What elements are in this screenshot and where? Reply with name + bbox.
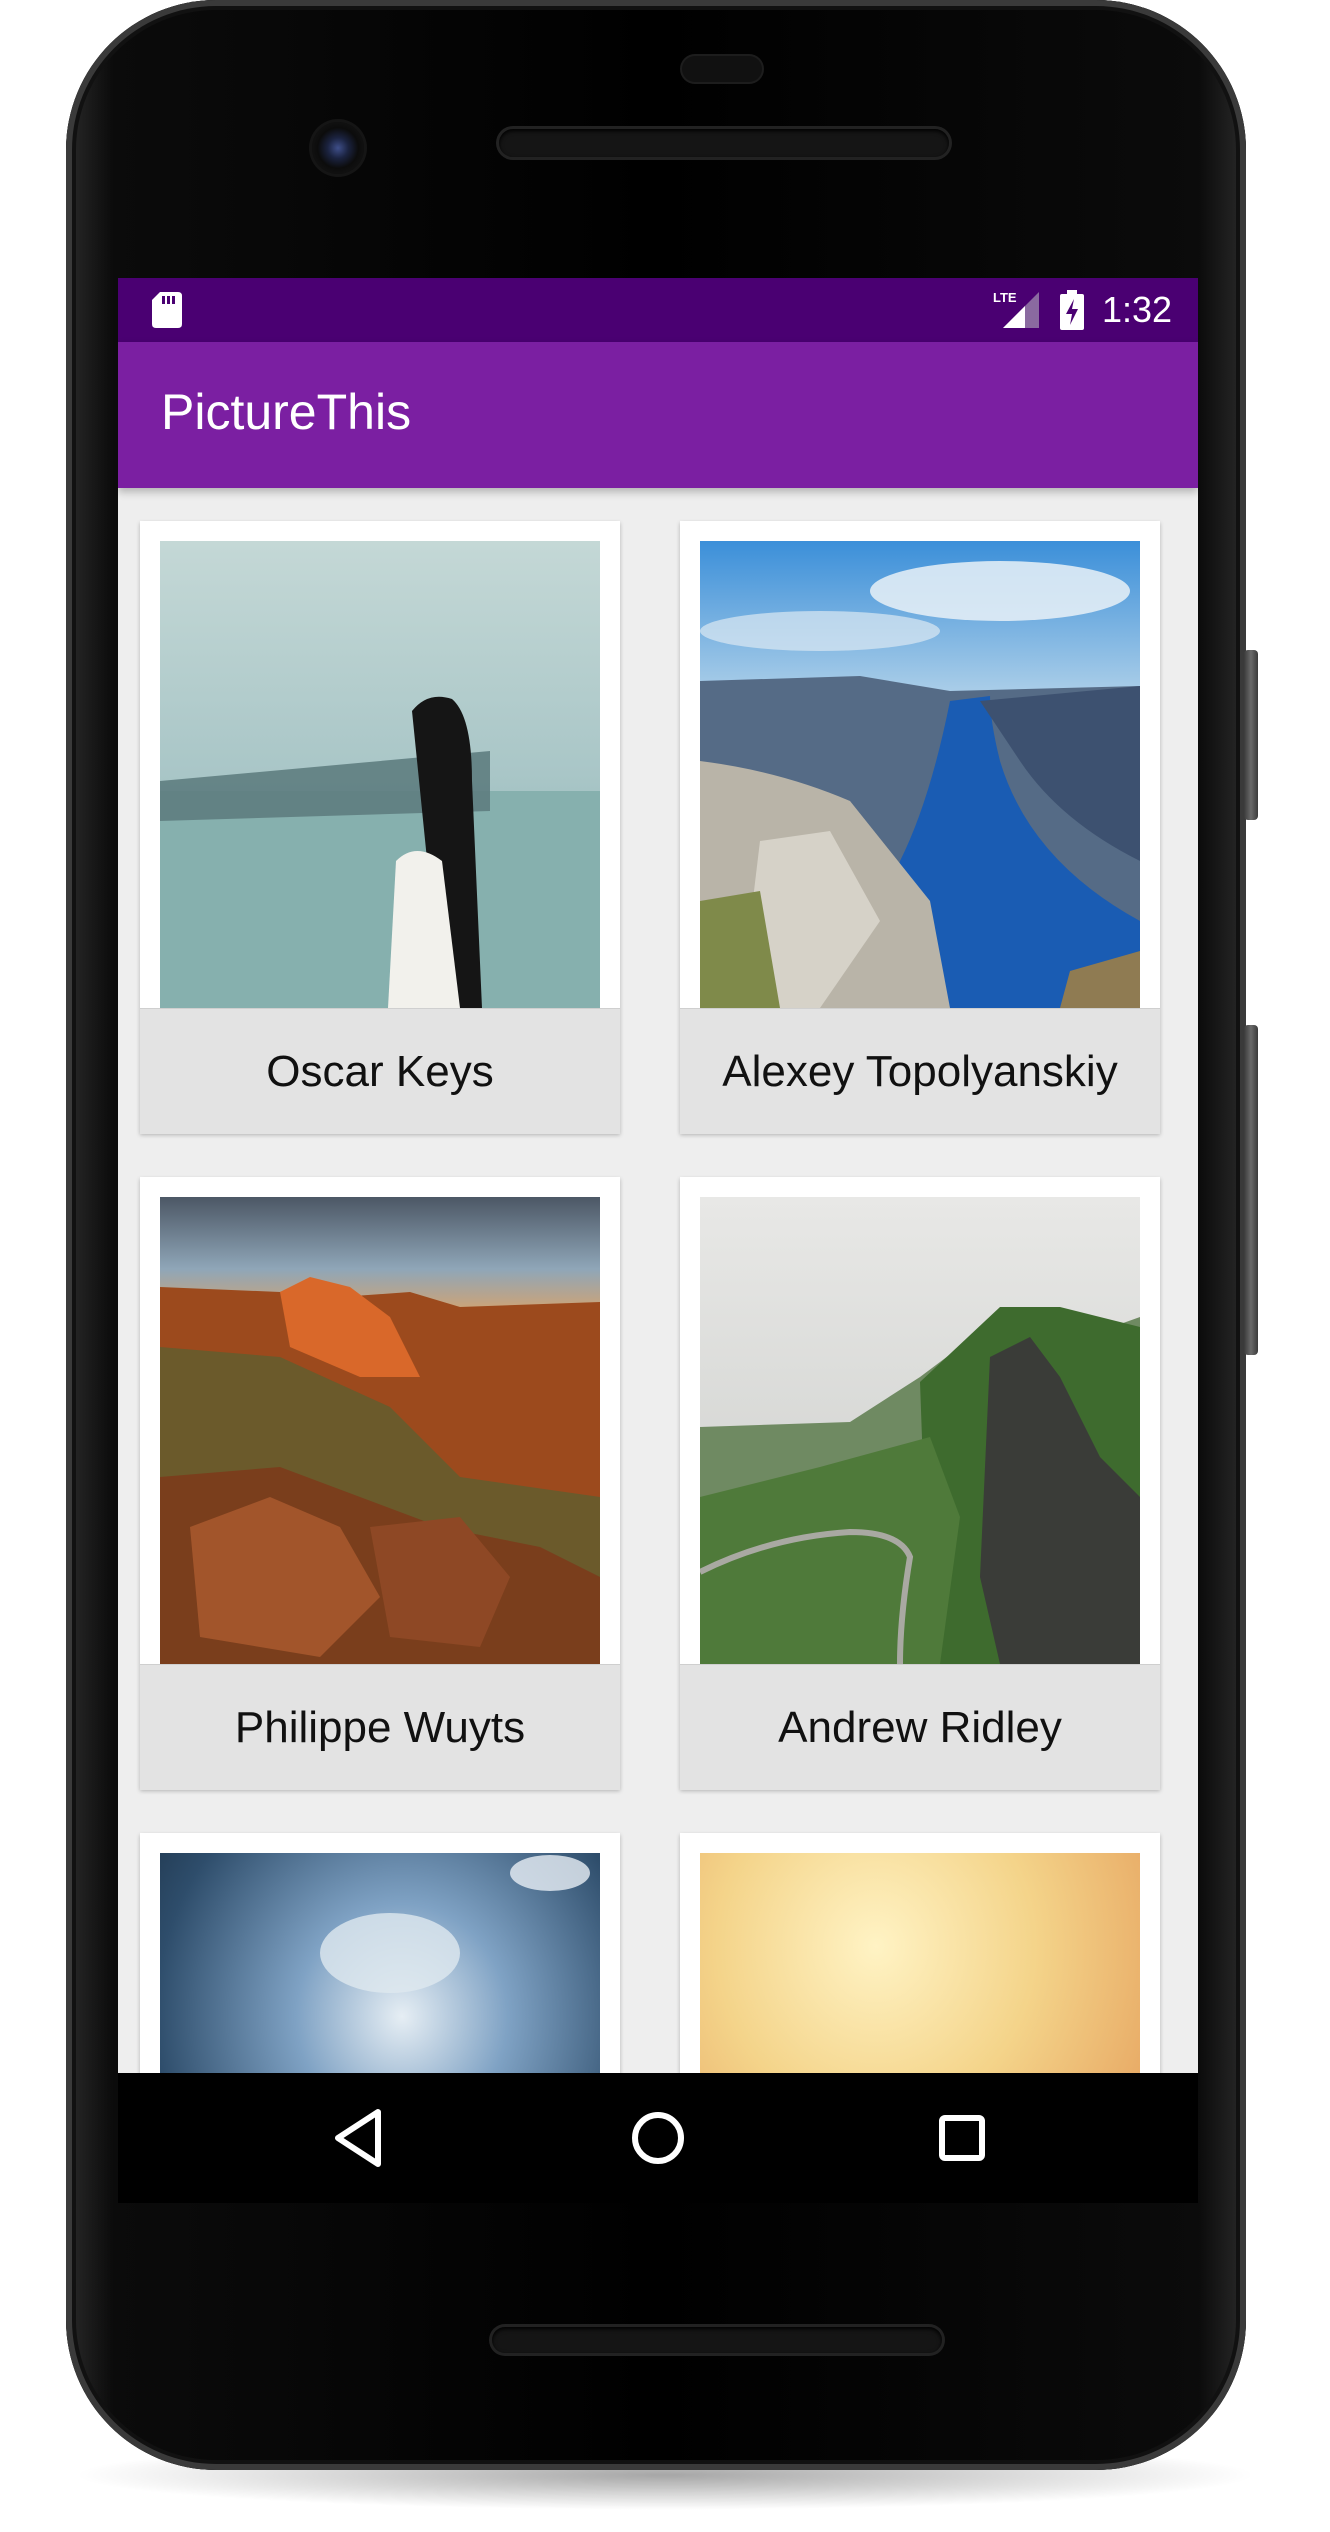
red-rock-image bbox=[160, 1197, 600, 1664]
photo-thumbnail[interactable] bbox=[160, 1853, 600, 2073]
photo-author-label: Philippe Wuyts bbox=[140, 1664, 620, 1790]
app-title: PictureThis bbox=[161, 384, 412, 440]
status-clock: 1:32 bbox=[1102, 289, 1173, 330]
navigation-bar bbox=[118, 2073, 1198, 2203]
photo-card[interactable]: Andrew Ridley bbox=[680, 1177, 1160, 1790]
sd-card-icon bbox=[152, 292, 182, 328]
seascape-image bbox=[160, 541, 600, 1008]
photo-thumbnail[interactable] bbox=[160, 541, 600, 1008]
recents-icon[interactable] bbox=[922, 2098, 1002, 2178]
back-icon[interactable] bbox=[320, 2098, 400, 2178]
green-mountain-image bbox=[700, 1197, 1140, 1664]
photo-card[interactable] bbox=[140, 1833, 620, 2073]
photo-thumbnail[interactable] bbox=[700, 541, 1140, 1008]
home-icon[interactable] bbox=[618, 2098, 698, 2178]
photo-author-label: Alexey Topolyanskiy bbox=[680, 1008, 1160, 1134]
app-bar: PictureThis bbox=[118, 342, 1198, 488]
photo-card[interactable]: Alexey Topolyanskiy bbox=[680, 521, 1160, 1134]
photo-author-label: Oscar Keys bbox=[140, 1008, 620, 1134]
battery-charging-icon bbox=[1060, 290, 1084, 330]
photo-card[interactable]: Philippe Wuyts bbox=[140, 1177, 620, 1790]
front-camera-icon bbox=[312, 122, 364, 174]
power-button bbox=[1244, 650, 1258, 820]
stormy-sky-image bbox=[160, 1853, 600, 2073]
proximity-sensor bbox=[682, 56, 762, 82]
lte-label: LTE bbox=[993, 290, 1017, 305]
volume-rocker bbox=[1244, 1025, 1258, 1355]
photo-author-label: Andrew Ridley bbox=[680, 1664, 1160, 1790]
photo-thumbnail[interactable] bbox=[700, 1853, 1140, 2073]
photo-card[interactable]: Oscar Keys bbox=[140, 521, 620, 1134]
lte-signal-icon: LTE bbox=[993, 290, 1039, 328]
photo-thumbnail[interactable] bbox=[160, 1197, 600, 1664]
bottom-speaker bbox=[492, 2327, 942, 2353]
photo-thumbnail[interactable] bbox=[700, 1197, 1140, 1664]
earpiece-speaker bbox=[499, 129, 949, 157]
device-screen: LTE 1:32 PictureThis Oscar Keys Alexey T… bbox=[118, 278, 1198, 2073]
status-bar: LTE 1:32 bbox=[118, 278, 1198, 342]
fjord-image bbox=[700, 541, 1140, 1008]
golden-haze-image bbox=[700, 1853, 1140, 2073]
photo-card[interactable] bbox=[680, 1833, 1160, 2073]
